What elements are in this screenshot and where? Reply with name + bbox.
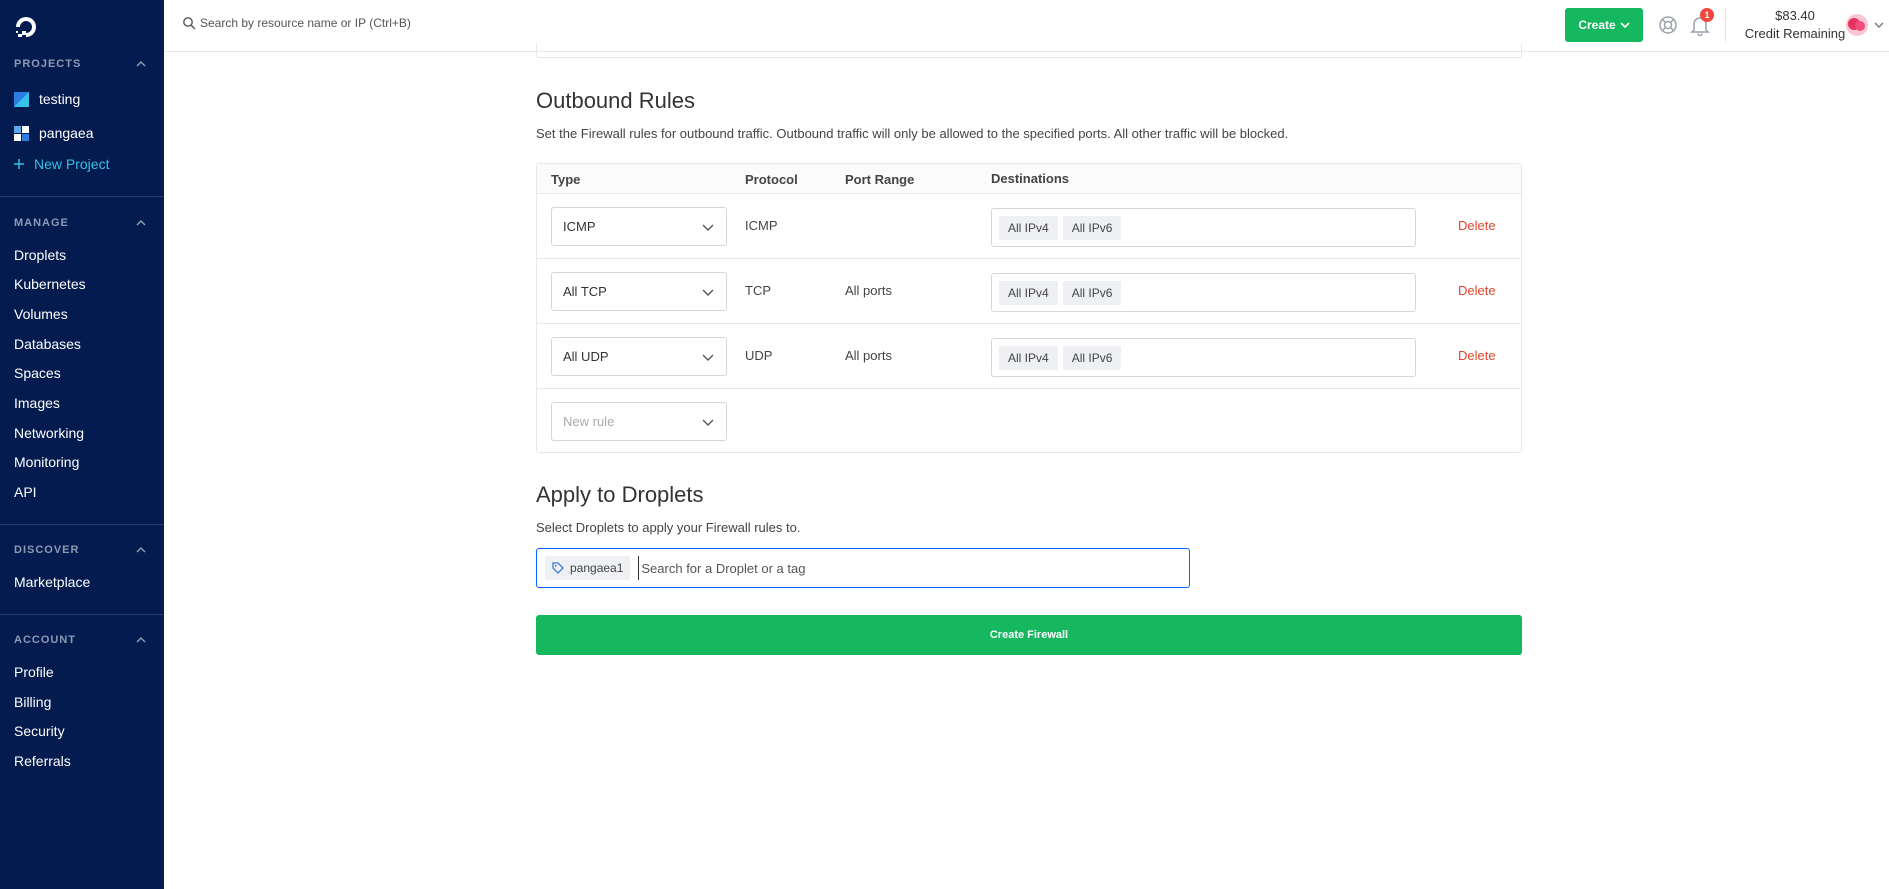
chevron-up-icon[interactable] [136, 59, 146, 69]
rule-type-value: All UDP [563, 349, 609, 364]
inbound-rules-card-edge [536, 44, 1522, 58]
tag-icon [552, 562, 564, 574]
rule-destinations-input[interactable]: All IPv4 All IPv6 [991, 208, 1416, 247]
sidebar-item-api[interactable]: API [14, 484, 37, 500]
sidebar-item-security[interactable]: Security [14, 723, 65, 739]
rule-destinations-input[interactable]: All IPv4 All IPv6 [991, 338, 1416, 377]
rule-protocol: TCP [745, 283, 771, 298]
sidebar-project-label: pangaea [39, 125, 94, 141]
projects-section-header: PROJECTS [14, 58, 82, 70]
rule-destinations-input[interactable]: All IPv4 All IPv6 [991, 273, 1416, 312]
sidebar-item-referrals[interactable]: Referrals [14, 753, 71, 769]
column-header-type: Type [551, 172, 581, 187]
apply-to-droplets-title: Apply to Droplets [536, 482, 704, 507]
manage-section-header: MANAGE [14, 217, 69, 229]
create-firewall-button[interactable]: Create Firewall [536, 615, 1522, 655]
chevron-up-icon[interactable] [136, 218, 146, 228]
rule-type-select[interactable]: ICMP [551, 207, 727, 246]
project-icon [14, 91, 29, 107]
create-button[interactable]: Create [1565, 8, 1643, 42]
new-project-link[interactable]: New Project [14, 156, 109, 172]
delete-rule-button[interactable]: Delete [1458, 283, 1496, 298]
sidebar-item-profile[interactable]: Profile [14, 664, 54, 680]
chevron-down-icon [702, 354, 714, 361]
credit-amount: $83.40 [1775, 8, 1815, 23]
user-avatar-icon[interactable] [1845, 13, 1869, 37]
destination-chip[interactable]: All IPv6 [1062, 215, 1122, 240]
destination-chip[interactable]: All IPv6 [1062, 280, 1122, 305]
rule-port-range: All ports [845, 348, 892, 363]
topbar-divider [1725, 8, 1726, 42]
resource-search-input[interactable] [200, 11, 660, 35]
rule-protocol: UDP [745, 348, 773, 363]
rule-protocol: ICMP [745, 218, 778, 233]
chevron-down-icon [702, 289, 714, 296]
credit-label: Credit Remaining [1744, 26, 1846, 41]
rule-type-value: ICMP [563, 219, 596, 234]
column-header-destinations: Destinations [991, 171, 1070, 186]
sidebar-divider [0, 196, 164, 197]
notification-count-badge: 1 [1700, 8, 1714, 22]
droplet-search-input[interactable] [638, 556, 1189, 580]
table-row: All TCP TCP All ports All IPv4 All IPv6 … [537, 259, 1521, 324]
outbound-rules-description: Set the Firewall rules for outbound traf… [536, 126, 1289, 141]
sidebar-item-spaces[interactable]: Spaces [14, 365, 61, 381]
table-header: Type Protocol Port Range Destinations [537, 164, 1521, 194]
search-icon [183, 17, 196, 30]
sidebar-item-kubernetes[interactable]: Kubernetes [14, 276, 86, 292]
sidebar-item-marketplace[interactable]: Marketplace [14, 574, 90, 590]
rule-type-select[interactable]: All TCP [551, 272, 727, 311]
chevron-down-icon[interactable] [1874, 20, 1884, 30]
plus-icon [14, 159, 24, 169]
new-rule-select[interactable]: New rule [551, 402, 727, 441]
discover-section-header: DISCOVER [14, 544, 80, 556]
column-header-protocol: Protocol [745, 172, 798, 187]
delete-rule-button[interactable]: Delete [1458, 218, 1496, 233]
chevron-down-icon [702, 419, 714, 426]
sidebar-project-label: testing [39, 91, 81, 107]
sidebar-project-testing[interactable]: testing [14, 91, 80, 107]
sidebar-item-droplets[interactable]: Droplets [14, 247, 66, 263]
destination-chip[interactable]: All IPv4 [999, 215, 1058, 240]
credit-remaining[interactable]: $83.40 Credit Remaining [1730, 7, 1860, 43]
chevron-up-icon[interactable] [136, 545, 146, 555]
create-button-label: Create [1578, 18, 1616, 32]
sidebar-project-pangaea[interactable]: pangaea [14, 125, 94, 141]
project-icon [14, 125, 29, 141]
destination-chip[interactable]: All IPv4 [999, 345, 1058, 370]
destination-chip[interactable]: All IPv6 [1062, 345, 1122, 370]
new-rule-placeholder: New rule [563, 414, 615, 429]
sidebar-item-volumes[interactable]: Volumes [14, 306, 68, 322]
account-section-header: ACCOUNT [14, 634, 76, 646]
rule-type-value: All TCP [563, 284, 607, 299]
chevron-down-icon [1620, 22, 1630, 29]
new-project-label: New Project [34, 156, 110, 172]
tag-chip-label: pangaea1 [570, 561, 624, 575]
chevron-down-icon [702, 224, 714, 231]
apply-to-droplets-description: Select Droplets to apply your Firewall r… [536, 520, 801, 535]
rule-port-range: All ports [845, 283, 892, 298]
sidebar-divider [0, 614, 164, 615]
sidebar-divider [0, 524, 164, 525]
new-rule-row: New rule [537, 389, 1521, 454]
digitalocean-logo-icon[interactable] [13, 14, 39, 40]
outbound-rules-title: Outbound Rules [536, 88, 695, 113]
rule-type-select[interactable]: All UDP [551, 337, 727, 376]
destination-chip[interactable]: All IPv4 [999, 280, 1058, 305]
sidebar: PROJECTS testing pangaea New Project MAN… [0, 0, 164, 889]
sidebar-item-monitoring[interactable]: Monitoring [14, 454, 79, 470]
sidebar-item-billing[interactable]: Billing [14, 694, 51, 710]
column-header-port-range: Port Range [845, 172, 915, 187]
tag-chip[interactable]: pangaea1 [545, 556, 631, 580]
table-row: ICMP ICMP All IPv4 All IPv6 Delete [537, 194, 1521, 259]
help-lifebuoy-icon[interactable] [1658, 15, 1678, 35]
outbound-rules-table: Type Protocol Port Range Destinations IC… [536, 163, 1522, 453]
delete-rule-button[interactable]: Delete [1458, 348, 1496, 363]
chevron-up-icon[interactable] [136, 635, 146, 645]
sidebar-item-networking[interactable]: Networking [14, 425, 84, 441]
sidebar-item-images[interactable]: Images [14, 395, 60, 411]
droplet-tag-input-box[interactable]: pangaea1 [536, 548, 1190, 588]
table-row: All UDP UDP All ports All IPv4 All IPv6 … [537, 324, 1521, 389]
sidebar-item-databases[interactable]: Databases [14, 336, 81, 352]
